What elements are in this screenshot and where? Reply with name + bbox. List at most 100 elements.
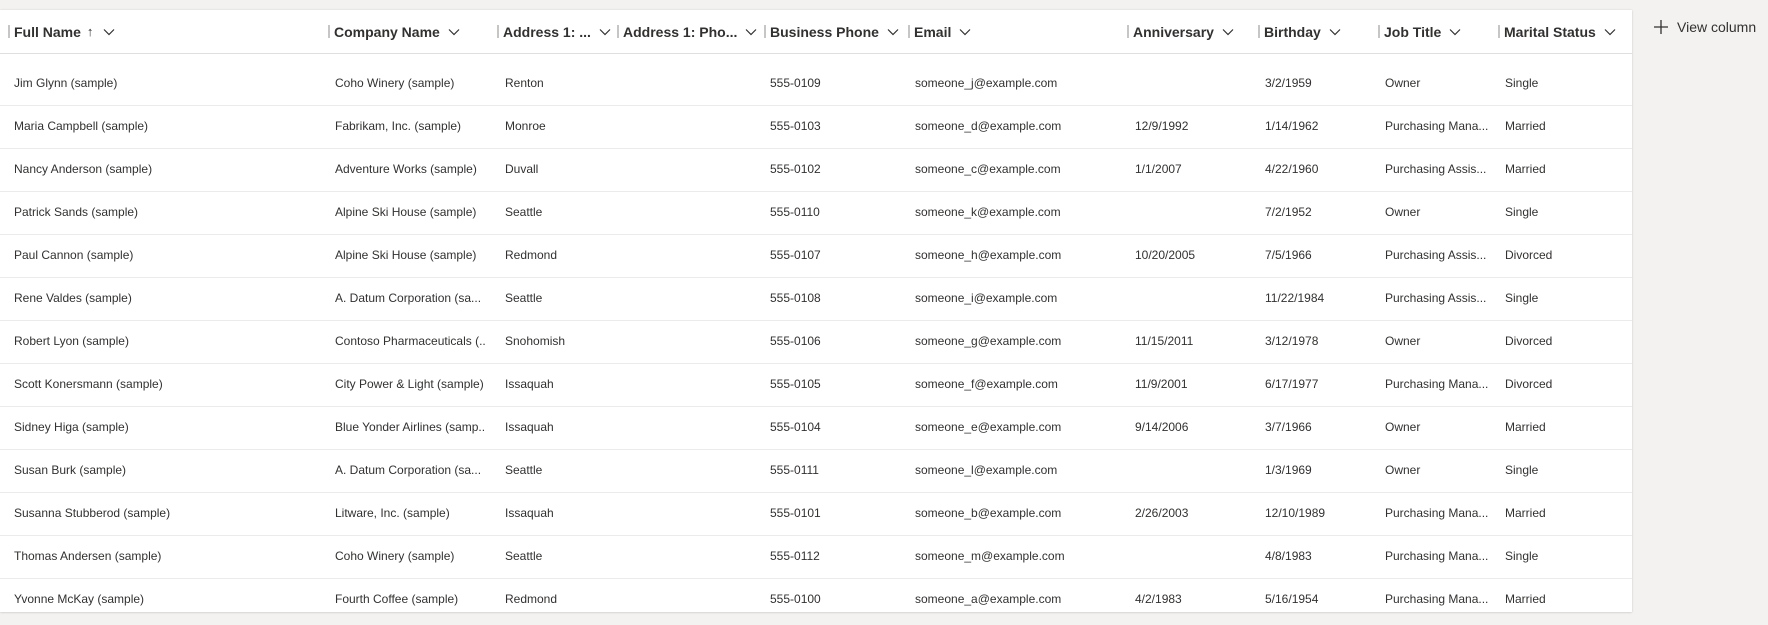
chevron-down-icon[interactable]: [1222, 28, 1234, 36]
cell-business-phone: 555-0101: [770, 506, 821, 520]
column-header-address-phone[interactable]: Address 1: Pho...: [617, 10, 757, 53]
chevron-down-icon[interactable]: [1604, 28, 1616, 36]
cell-address-phone: [625, 363, 750, 406]
chevron-down-icon[interactable]: [745, 28, 757, 36]
column-header-job-title[interactable]: Job Title: [1378, 10, 1461, 53]
arrow-up-icon: ↑: [86, 24, 94, 39]
view-column-button[interactable]: View column: [1653, 16, 1756, 38]
table-row[interactable]: Paul Cannon (sample) Alpine Ski House (sa…: [0, 234, 1632, 278]
cell-full-name: Susan Burk (sample): [14, 463, 127, 477]
column-header-marital-status[interactable]: Marital Status: [1498, 10, 1616, 53]
column-header-label: Marital Status: [1504, 23, 1596, 40]
cell-anniversary: 9/14/2006: [1135, 420, 1189, 434]
column-resize-handle[interactable]: [617, 25, 619, 38]
cell-business-phone: 555-0107: [770, 248, 821, 262]
chevron-down-icon[interactable]: [1329, 28, 1341, 36]
column-header-label: Birthday: [1264, 23, 1321, 40]
cell-full-name: Rene Valdes (sample): [14, 291, 132, 305]
cell-company: A. Datum Corporation (sa...: [335, 291, 482, 305]
cell-anniversary: 4/2/1983: [1135, 592, 1182, 606]
cell-email: someone_m@example.com: [915, 549, 1065, 563]
cell-full-name: Susanna Stubberod (sample): [14, 506, 171, 520]
cell-address-city: Duvall: [505, 162, 539, 176]
column-resize-handle[interactable]: [8, 25, 10, 38]
cell-business-phone: 555-0104: [770, 420, 821, 434]
cell-email: someone_j@example.com: [915, 76, 1058, 90]
column-header-label: Address 1: Pho...: [623, 23, 738, 40]
table-row[interactable]: Robert Lyon (sample) Contoso Pharmaceutic…: [0, 320, 1632, 364]
table-row[interactable]: Sidney Higa (sample) Blue Yonder Airlines…: [0, 406, 1632, 450]
column-header-full-name[interactable]: Full Name ↑: [8, 10, 115, 53]
table-row[interactable]: Susan Burk (sample) A. Datum Corporation …: [0, 449, 1632, 493]
chevron-down-icon[interactable]: [959, 28, 971, 36]
cell-full-name: Maria Campbell (sample): [14, 119, 149, 133]
cell-birthday: 7/2/1952: [1265, 205, 1312, 219]
column-resize-handle[interactable]: [497, 25, 499, 38]
column-resize-handle[interactable]: [1498, 25, 1500, 38]
add-icon: [1653, 19, 1669, 35]
cell-birthday: 3/12/1978: [1265, 334, 1319, 348]
cell-anniversary: 1/1/2007: [1135, 162, 1182, 176]
column-header-business-phone[interactable]: Business Phone: [764, 10, 899, 53]
cell-email: someone_f@example.com: [915, 377, 1058, 391]
cell-marital-status: Married: [1505, 119, 1546, 133]
column-resize-handle[interactable]: [1127, 25, 1129, 38]
cell-job-title: Purchasing Mana...: [1385, 549, 1489, 563]
cell-address-city: Issaquah: [505, 420, 554, 434]
cell-company: Adventure Works (sample): [335, 162, 477, 176]
table-row[interactable]: Rene Valdes (sample) A. Datum Corporation…: [0, 277, 1632, 321]
column-header-anniversary[interactable]: Anniversary: [1127, 10, 1234, 53]
cell-email: someone_b@example.com: [915, 506, 1062, 520]
cell-job-title: Owner: [1385, 463, 1421, 477]
chevron-down-icon[interactable]: [887, 28, 899, 36]
chevron-down-icon[interactable]: [599, 28, 611, 36]
cell-anniversary: 11/15/2011: [1135, 334, 1194, 348]
cell-full-name: Thomas Andersen (sample): [14, 549, 162, 563]
chevron-down-icon[interactable]: [1449, 28, 1461, 36]
table-row[interactable]: Jim Glynn (sample) Coho Winery (sample) Re…: [0, 62, 1632, 106]
column-resize-handle[interactable]: [908, 25, 910, 38]
cell-company: Coho Winery (sample): [335, 549, 455, 563]
cell-marital-status: Married: [1505, 592, 1546, 606]
cell-address-city: Seattle: [505, 463, 543, 477]
column-header-email[interactable]: Email: [908, 10, 971, 53]
column-resize-handle[interactable]: [764, 25, 766, 38]
table-row[interactable]: Scott Konersmann (sample) City Power & Li…: [0, 363, 1632, 407]
cell-email: someone_a@example.com: [915, 592, 1062, 606]
cell-marital-status: Married: [1505, 162, 1546, 176]
cell-marital-status: Single: [1505, 76, 1539, 90]
cell-full-name: Yvonne McKay (sample): [14, 592, 145, 606]
column-resize-handle[interactable]: [1258, 25, 1260, 38]
table-row[interactable]: Nancy Anderson (sample) Adventure Works (…: [0, 148, 1632, 192]
table-row[interactable]: Yvonne McKay (sample) Fourth Coffee (samp…: [0, 578, 1632, 612]
cell-address-city: Redmond: [505, 592, 558, 606]
table-row[interactable]: Patrick Sands (sample) Alpine Ski House (…: [0, 191, 1632, 235]
cell-email: someone_d@example.com: [915, 119, 1062, 133]
cell-full-name: Sidney Higa (sample): [14, 420, 129, 434]
cell-full-name: Paul Cannon (sample): [14, 248, 134, 262]
cell-email: someone_g@example.com: [915, 334, 1062, 348]
cell-marital-status: Single: [1505, 291, 1539, 305]
table-row[interactable]: Maria Campbell (sample) Fabrikam, Inc. (s…: [0, 105, 1632, 149]
table-row[interactable]: Susanna Stubberod (sample) Litware, Inc. …: [0, 492, 1632, 536]
cell-address-phone: [625, 492, 750, 535]
cell-company: Fourth Coffee (sample): [335, 592, 459, 606]
chevron-down-icon[interactable]: [448, 28, 460, 36]
cell-address-city: Issaquah: [505, 506, 554, 520]
cell-full-name: Jim Glynn (sample): [14, 76, 118, 90]
column-header-company[interactable]: Company Name: [328, 10, 460, 53]
cell-business-phone: 555-0105: [770, 377, 821, 391]
cell-anniversary: [1135, 277, 1255, 320]
column-header-label: Job Title: [1384, 23, 1442, 40]
cell-company: Alpine Ski House (sample): [335, 205, 477, 219]
cell-business-phone: 555-0110: [770, 205, 820, 219]
cell-job-title: Purchasing Mana...: [1385, 119, 1489, 133]
chevron-down-icon[interactable]: [103, 28, 115, 36]
column-resize-handle[interactable]: [328, 25, 330, 38]
table-row[interactable]: Thomas Andersen (sample) Coho Winery (sam…: [0, 535, 1632, 579]
column-header-label: Business Phone: [770, 23, 879, 40]
column-resize-handle[interactable]: [1378, 25, 1380, 38]
cell-birthday: 6/17/1977: [1265, 377, 1319, 391]
column-header-birthday[interactable]: Birthday: [1258, 10, 1341, 53]
column-header-address-city[interactable]: Address 1: ...: [497, 10, 611, 53]
